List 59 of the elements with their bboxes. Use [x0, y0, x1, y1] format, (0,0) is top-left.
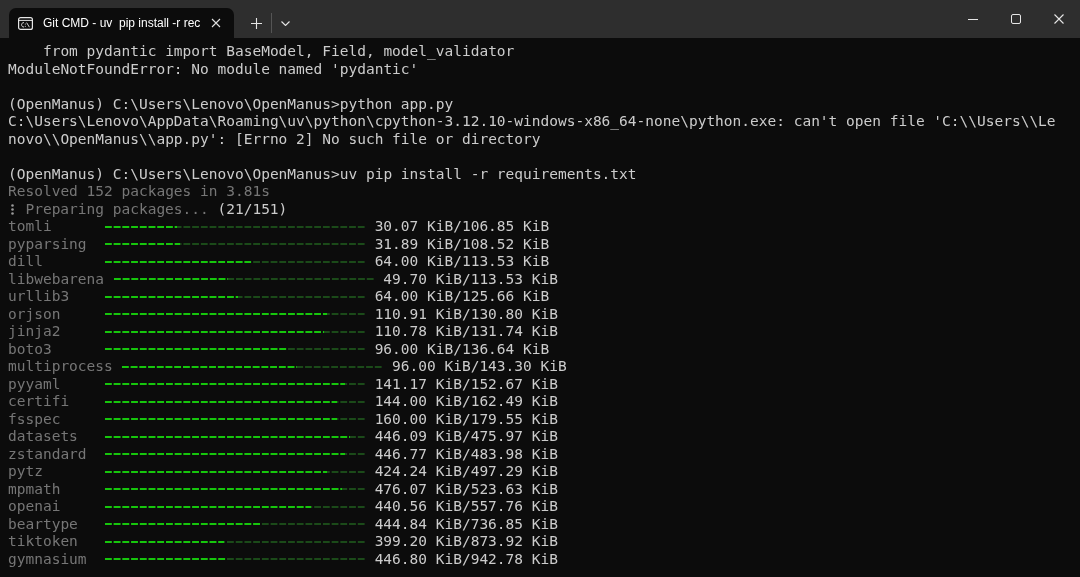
download-size: 144.00 KiB/162.49 KiB	[374, 393, 558, 411]
download-size: 30.07 KiB/106.85 KiB	[374, 218, 550, 236]
maximize-icon	[1010, 14, 1021, 24]
spinner-icon	[10, 203, 14, 215]
package-name: certifi	[8, 393, 71, 411]
terminal-line: (OpenManus) C:\Users\Lenovo\OpenManus>python app.py	[8, 95, 454, 113]
terminal-tab[interactable]: Git CMD - uv pip install -r rec	[9, 8, 235, 38]
package-name: gymnasium	[8, 550, 88, 568]
package-name: openai	[8, 498, 62, 516]
download-size: 110.78 KiB/131.74 KiB	[374, 323, 558, 341]
download-size: 160.00 KiB/179.55 KiB	[374, 410, 558, 428]
download-size: 49.70 KiB/113.53 KiB	[383, 270, 558, 288]
download-size: 446.09 KiB/475.97 KiB	[374, 428, 558, 446]
close-icon	[211, 18, 222, 28]
close-icon	[1053, 14, 1064, 24]
download-size: 444.84 KiB/736.85 KiB	[374, 515, 558, 533]
package-name: mpmath	[8, 480, 62, 498]
download-size: 399.20 KiB/873.92 KiB	[374, 533, 558, 551]
download-size: 476.07 KiB/523.63 KiB	[374, 480, 558, 498]
status-message: Preparing packages...	[25, 200, 209, 218]
package-name: multiprocess	[8, 358, 113, 376]
download-size: 64.00 KiB/113.53 KiB	[374, 253, 550, 271]
package-name: pytz	[8, 463, 44, 481]
chevron-down-icon	[280, 20, 290, 26]
terminal-line: ModuleNotFoundError: No module named 'pydantic'	[8, 60, 419, 78]
package-name: datasets	[8, 428, 79, 446]
minimize-icon	[967, 18, 978, 20]
download-size: 446.77 KiB/483.98 KiB	[374, 445, 558, 463]
package-name: urllib3	[8, 288, 71, 306]
package-name: dill	[8, 253, 44, 271]
package-name: orjson	[8, 305, 62, 323]
download-size: 424.24 KiB/497.29 KiB	[374, 463, 558, 481]
package-name: libwebarena	[8, 270, 105, 288]
plus-icon	[250, 17, 262, 29]
package-name: tiktoken	[8, 533, 79, 551]
download-size: 440.56 KiB/557.76 KiB	[374, 498, 558, 516]
download-size: 141.17 KiB/152.67 KiB	[374, 375, 558, 393]
terminal-line: Resolved 152 packages in 3.81s	[8, 183, 270, 201]
package-name: zstandard	[8, 445, 88, 463]
terminal-line: from pydantic import BaseModel, Field, model_validator	[41, 43, 515, 61]
download-size: 110.91 KiB/130.80 KiB	[374, 305, 558, 323]
terminal-line: novo\\OpenManus\\app.py': [Errno 2] No such file or directory	[8, 130, 541, 148]
package-name: tomli	[8, 218, 53, 236]
new-tab-button[interactable]	[248, 15, 265, 31]
package-name: pyparsing	[8, 235, 88, 253]
progress-count: (21/151)	[217, 200, 288, 218]
download-size: 96.00 KiB/136.64 KiB	[374, 340, 550, 358]
package-name: jinja2	[8, 323, 62, 341]
package-name: boto3	[8, 340, 53, 358]
terminal-icon	[18, 16, 33, 30]
package-name: pyyaml	[8, 375, 62, 393]
download-size: 31.89 KiB/108.52 KiB	[374, 235, 550, 253]
terminal-line: (OpenManus) C:\Users\Lenovo\OpenManus>uv pip install -r requirements.txt	[8, 165, 637, 183]
download-size: 446.80 KiB/942.78 KiB	[374, 550, 558, 568]
package-name: fsspec	[8, 410, 62, 428]
download-size: 96.00 KiB/143.30 KiB	[392, 358, 567, 376]
download-size: 64.00 KiB/125.66 KiB	[374, 288, 550, 306]
package-name: beartype	[8, 515, 79, 533]
terminal-line: C:\Users\Lenovo\AppData\Roaming\uv\python\cpython-3.12.10-windows-x86_64-none\python.exe: can't open file 'C:\\Users\\Le	[8, 113, 1056, 131]
